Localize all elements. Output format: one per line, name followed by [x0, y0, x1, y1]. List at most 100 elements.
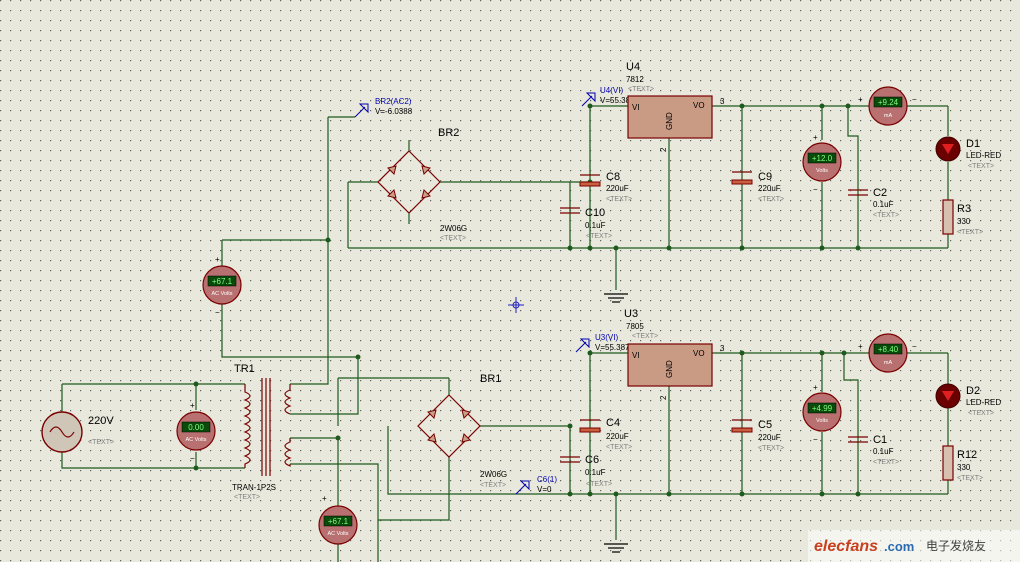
c2-text: <TEXT>: [873, 212, 899, 219]
probe-label: U4(VI): [600, 86, 623, 95]
plus-sign: +: [322, 494, 327, 503]
schematic-canvas[interactable]: 220V <TEXT> TR1 TRAN-1P2S <TEXT> BR2 2W0…: [0, 0, 1020, 562]
c2-value: 0.1uF: [873, 200, 894, 209]
c6-name: C6: [585, 454, 599, 466]
c6-value: 0.1uF: [585, 468, 606, 477]
plus-sign: +: [215, 255, 220, 264]
d1-text: <TEXT>: [968, 163, 994, 170]
c8-text: <TEXT>: [606, 196, 632, 203]
meter-reading: +67.1: [328, 517, 349, 526]
meter-reading: +67.1: [212, 277, 233, 286]
meter-reading: +9.24: [878, 98, 899, 107]
c8-value: 220uF: [606, 184, 629, 193]
bridge-br2-name: BR2: [438, 127, 459, 139]
r3-value: 330: [957, 217, 971, 226]
regulator-u4-model: 7812: [626, 75, 644, 84]
c8-name: C8: [606, 171, 620, 183]
source-label: 220V: [88, 415, 114, 427]
c9-text: <TEXT>: [758, 196, 784, 203]
minus-sign: −: [215, 308, 220, 317]
u4-pin3: 3: [720, 97, 725, 106]
meter-reading: +8.40: [878, 345, 899, 354]
u4-pin-gnd: GND: [665, 112, 674, 130]
r12-text: <TEXT>: [957, 475, 983, 482]
c10-text: <TEXT>: [586, 233, 612, 240]
plus-sign: +: [858, 342, 863, 351]
meter-unit: AC Volts: [185, 437, 206, 443]
c5-name: C5: [758, 419, 772, 431]
u3-pin3: 3: [720, 344, 725, 353]
u4-pin2: 2: [659, 147, 668, 152]
plus-sign: +: [813, 133, 818, 142]
r12-value: 330: [957, 463, 971, 472]
probe-label: BR2(AC2): [375, 97, 412, 106]
regulator-u3-name: U3: [624, 308, 638, 320]
meter-unit: AC Volts: [327, 531, 348, 537]
r3-name: R3: [957, 203, 971, 215]
watermark-brand: elecfans: [814, 538, 878, 555]
d2-text: <TEXT>: [968, 410, 994, 417]
c1-text: <TEXT>: [873, 459, 899, 466]
c9-name: C9: [758, 171, 772, 183]
u3-pin-vi: VI: [632, 351, 640, 360]
bridge-br2-text: <TEXT>: [440, 235, 466, 242]
minus-sign: −: [190, 454, 195, 463]
watermark-domain: .com: [884, 539, 914, 554]
probe-label: C6(1): [537, 475, 557, 484]
minus-sign: −: [912, 342, 917, 351]
u3-pin2: 2: [659, 395, 668, 400]
transformer-text: <TEXT>: [234, 494, 260, 501]
grid-background: [0, 0, 1020, 562]
d1-model: LED-RED: [966, 151, 1001, 160]
watermark-cn: 电子发烧友: [926, 538, 986, 553]
watermark-logo: elecfans .com 电子发烧友: [808, 530, 1020, 562]
regulator-u3-model: 7805: [626, 322, 644, 331]
probe-label: U3(VI): [595, 333, 618, 342]
meter-unit: AC Volts: [211, 291, 232, 297]
meter-reading: +4.99: [812, 404, 833, 413]
u4-pin-vo: VO: [693, 101, 705, 110]
meter-unit: mA: [884, 113, 893, 119]
transformer-name: TR1: [234, 363, 255, 375]
u3-pin-vo: VO: [693, 349, 705, 358]
c1-name: C1: [873, 434, 887, 446]
c5-text: <TEXT>: [758, 445, 784, 452]
minus-sign: −: [813, 435, 818, 444]
c10-name: C10: [585, 207, 605, 219]
plus-sign: +: [190, 401, 195, 410]
d2-name: D2: [966, 385, 980, 397]
c9-value: 220uF: [758, 184, 781, 193]
d1-name: D1: [966, 138, 980, 150]
probe-value: V=0: [537, 485, 552, 494]
plus-sign: +: [813, 383, 818, 392]
u4-pin-vi: VI: [632, 103, 640, 112]
meter-reading: +12.0: [812, 154, 833, 163]
transformer-model: TRAN-1P2S: [232, 483, 276, 492]
meter-unit: mA: [884, 360, 893, 366]
regulator-u4-text: <TEXT>: [628, 86, 654, 93]
d2-model: LED-RED: [966, 398, 1001, 407]
c2-name: C2: [873, 187, 887, 199]
meter-unit: Volts: [816, 168, 828, 174]
regulator-u4-name: U4: [626, 61, 640, 73]
meter-unit: Volts: [816, 418, 828, 424]
meter-reading: 0.00: [188, 423, 204, 432]
probe-value: V=-6.0388: [375, 107, 413, 116]
bridge-br2-model: 2W06G: [440, 224, 467, 233]
c4-text: <TEXT>: [606, 444, 632, 451]
minus-sign: −: [813, 185, 818, 194]
c6-text: <TEXT>: [586, 481, 612, 488]
c4-name: C4: [606, 417, 620, 429]
bridge-br1-model: 2W06G: [480, 470, 507, 479]
bridge-br1-name: BR1: [480, 373, 501, 385]
r3-text: <TEXT>: [957, 229, 983, 236]
c10-value: 0.1uF: [585, 221, 606, 230]
u3-pin-gnd: GND: [665, 360, 674, 378]
regulator-u3-text: <TEXT>: [632, 333, 658, 340]
source-text: <TEXT>: [88, 439, 114, 446]
c4-value: 220uF: [606, 432, 629, 441]
c1-value: 0.1uF: [873, 447, 894, 456]
r12-name: R12: [957, 449, 977, 461]
minus-sign: −: [912, 95, 917, 104]
bridge-br1-text: <TEXT>: [480, 482, 506, 489]
